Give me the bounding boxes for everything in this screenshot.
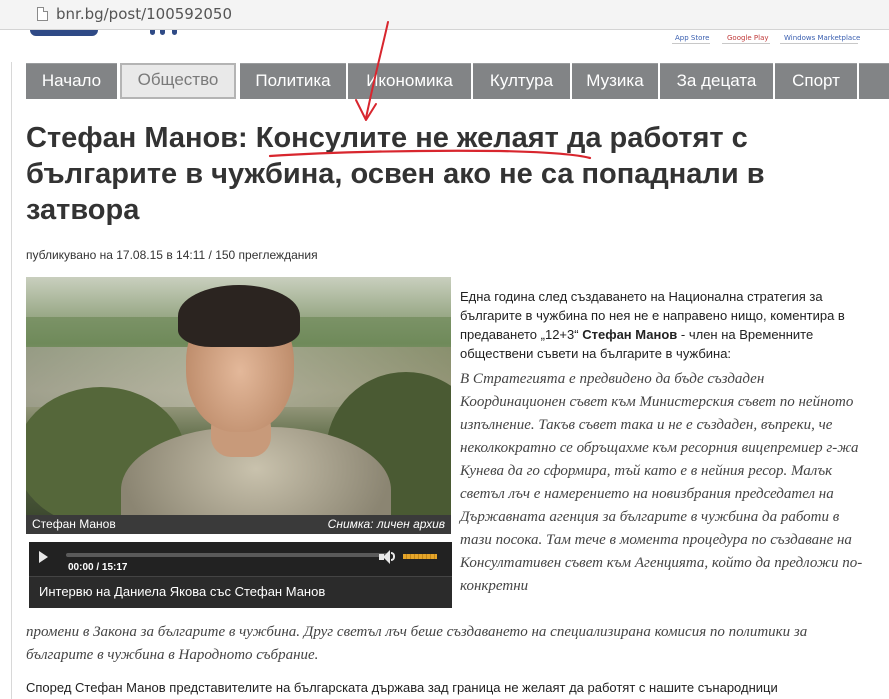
store-underline: [722, 43, 770, 44]
site-header: App Store Google Play Windows Marketplac…: [0, 30, 889, 62]
article-quote: В Стратегията е предвидено да бъде създа…: [460, 371, 863, 594]
page-left-border: [11, 30, 12, 699]
nav-item-kids[interactable]: За децата: [660, 63, 773, 99]
nav-item-culture[interactable]: Култура: [473, 63, 570, 99]
volume-icon-wave: [391, 552, 395, 561]
nav-item-society[interactable]: Общество: [120, 63, 236, 99]
nav-item-music[interactable]: Музика: [572, 63, 658, 99]
photo-person-hair: [178, 285, 300, 347]
nav-item-more-cropped[interactable]: [859, 63, 889, 99]
nav-item-sport[interactable]: Спорт: [775, 63, 857, 99]
article-meta: публикувано на 17.08.15 в 14:11 / 150 пр…: [26, 248, 318, 262]
photo-caption: Стефан Манов Снимка: личен архив: [26, 515, 451, 534]
player-track-title: Интервю на Даниела Якова със Стефан Мано…: [39, 584, 326, 599]
url-text[interactable]: bnr.bg/post/100592050: [56, 5, 232, 23]
article-quote-continued: промени в Закона за българите в чужбина.…: [26, 624, 808, 663]
meta-time-label: в: [166, 248, 173, 262]
photo-credit: Снимка: личен архив: [327, 517, 445, 531]
windows-marketplace-link[interactable]: Windows Marketplace: [784, 34, 860, 42]
article-title: Стефан Манов: Консулите не желаят да раб…: [26, 122, 765, 226]
annotation-arrow-head: [355, 99, 377, 121]
page-icon: [37, 7, 48, 21]
audio-player: 00:00 / 15:17 Интервю на Даниела Якова с…: [29, 542, 452, 608]
google-play-link[interactable]: Google Play: [727, 34, 769, 42]
nav-item-home[interactable]: Начало: [26, 63, 117, 99]
nav-item-economy[interactable]: Икономика: [348, 63, 471, 99]
meta-views: 150 преглеждания: [215, 248, 318, 262]
nav-item-politics[interactable]: Политика: [240, 63, 346, 99]
article-paragraph: Според Стефан Манов представителите на б…: [26, 680, 778, 695]
volume-icon-cone: [383, 550, 390, 564]
lead-person-name: Стефан Манов: [582, 327, 678, 342]
logo-dot: [160, 30, 165, 35]
store-underline: [780, 43, 858, 44]
app-store-link[interactable]: App Store: [675, 34, 709, 42]
article-photo: [26, 277, 451, 515]
meta-date: 17.08.15: [116, 248, 163, 262]
seek-bar[interactable]: [66, 553, 388, 557]
volume-slider[interactable]: [403, 554, 437, 559]
nav-separator: [117, 63, 119, 99]
meta-published-label: публикувано на: [26, 248, 113, 262]
player-time: 00:00 / 15:17: [68, 562, 128, 573]
logo-dot: [150, 30, 155, 35]
browser-address-bar[interactable]: bnr.bg/post/100592050: [0, 0, 889, 30]
store-underline: [672, 43, 710, 44]
volume-icon[interactable]: [379, 550, 395, 564]
player-controls: 00:00 / 15:17: [29, 542, 452, 577]
play-icon[interactable]: [39, 551, 48, 563]
photo-caption-name: Стефан Манов: [32, 517, 116, 531]
logo-dot: [172, 30, 177, 35]
site-logo-fragment[interactable]: [30, 30, 98, 36]
meta-time: 14:11: [176, 248, 206, 262]
article-lead: Една година след създаването на Национал…: [460, 287, 870, 363]
